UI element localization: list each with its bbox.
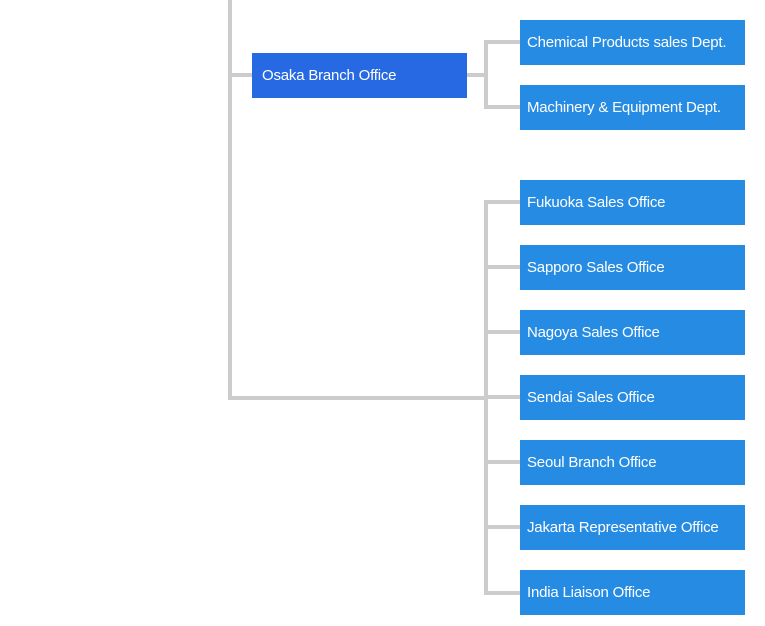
fukuoka-sales-office-node[interactable]: Fukuoka Sales Office — [520, 180, 745, 225]
office-connector — [484, 200, 520, 204]
office-connector — [484, 330, 520, 334]
office-connector — [484, 591, 520, 595]
office-connector — [484, 525, 520, 529]
branch-connector — [228, 73, 252, 77]
node-label: Nagoya Sales Office — [527, 324, 660, 341]
node-label: India Liaison Office — [527, 584, 651, 601]
dept-connector — [484, 40, 520, 44]
node-label: Chemical Products sales Dept. — [527, 34, 727, 51]
branch-dept-spine — [484, 40, 488, 109]
node-label: Osaka Branch Office — [262, 67, 397, 84]
india-liaison-office-node[interactable]: India Liaison Office — [520, 570, 745, 615]
nagoya-sales-office-node[interactable]: Nagoya Sales Office — [520, 310, 745, 355]
seoul-branch-office-node[interactable]: Seoul Branch Office — [520, 440, 745, 485]
office-connector — [484, 460, 520, 464]
node-label: Machinery & Equipment Dept. — [527, 99, 721, 116]
osaka-branch-office-node[interactable]: Osaka Branch Office — [252, 53, 467, 98]
dept-connector — [484, 105, 520, 109]
node-label: Jakarta Representative Office — [527, 519, 719, 536]
chemical-products-dept-node[interactable]: Chemical Products sales Dept. — [520, 20, 745, 65]
node-label: Fukuoka Sales Office — [527, 194, 666, 211]
node-label: Sapporo Sales Office — [527, 259, 665, 276]
sapporo-sales-office-node[interactable]: Sapporo Sales Office — [520, 245, 745, 290]
node-label: Seoul Branch Office — [527, 454, 657, 471]
sendai-sales-office-node[interactable]: Sendai Sales Office — [520, 375, 745, 420]
jakarta-representative-office-node[interactable]: Jakarta Representative Office — [520, 505, 745, 550]
node-label: Sendai Sales Office — [527, 389, 655, 406]
office-connector — [484, 265, 520, 269]
main-trunk-line — [228, 0, 232, 400]
machinery-equipment-dept-node[interactable]: Machinery & Equipment Dept. — [520, 85, 745, 130]
trunk-to-offices-connector — [228, 396, 486, 400]
office-connector — [484, 395, 520, 399]
